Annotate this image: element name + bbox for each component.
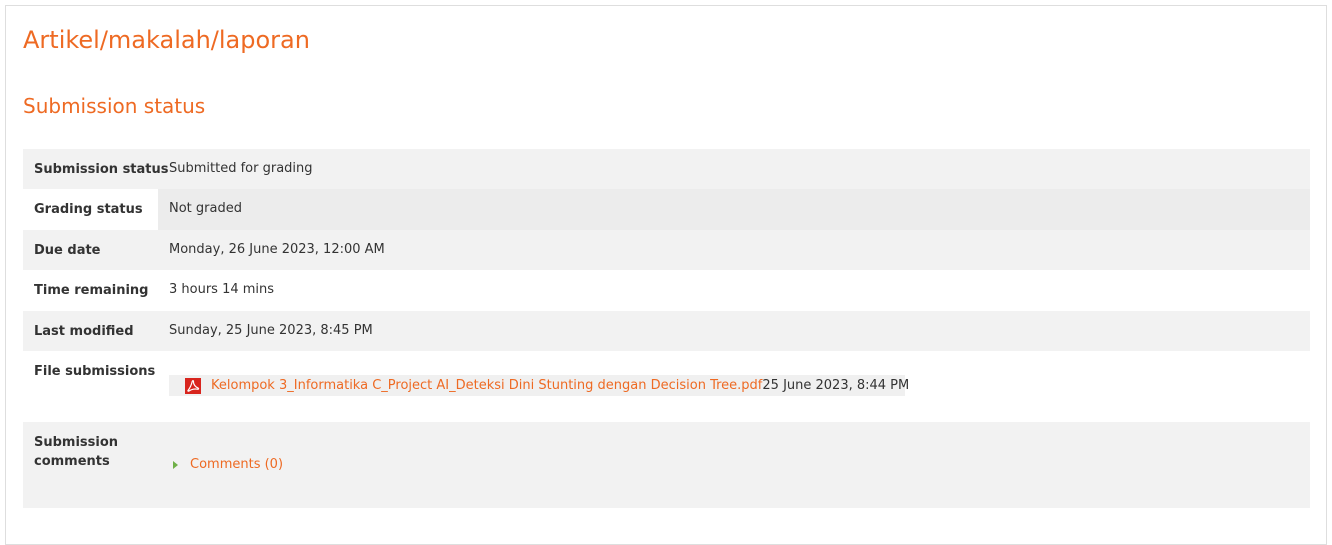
row-label-line1: Submission [34, 435, 119, 450]
row-file-submissions: File submissions Kelompok 3_Informatika … [23, 351, 1310, 422]
page-title: Artikel/makalah/laporan [23, 26, 310, 54]
row-label: Due date [34, 243, 101, 258]
file-link[interactable]: Kelompok 3_Informatika C_Project AI_Dete… [211, 378, 762, 393]
pdf-icon [185, 377, 201, 394]
row-value: Sunday, 25 June 2023, 8:45 PM [169, 323, 373, 338]
row-submission-status: Submission status Submitted for grading [23, 149, 1310, 189]
comments-toggle[interactable]: Comments (0) [173, 457, 283, 472]
row-label: Time remaining [34, 283, 149, 298]
comments-link[interactable]: Comments (0) [190, 457, 283, 472]
row-grading-status: Grading status Not graded [23, 189, 1310, 230]
file-date: 25 June 2023, 8:44 PM [762, 378, 910, 393]
row-value: Not graded [169, 201, 242, 216]
row-value: Monday, 26 June 2023, 12:00 AM [169, 242, 385, 257]
row-label: Last modified [34, 324, 134, 339]
file-entry: Kelompok 3_Informatika C_Project AI_Dete… [169, 375, 909, 396]
row-last-modified: Last modified Sunday, 25 June 2023, 8:45… [23, 311, 1310, 351]
section-title: Submission status [23, 94, 206, 118]
row-time-remaining: Time remaining 3 hours 14 mins [23, 270, 1310, 311]
submission-status-table: Submission status Submitted for grading … [23, 149, 1310, 508]
row-label: File submissions [34, 364, 156, 379]
row-label: Submission status [34, 162, 169, 177]
row-submission-comments: Submission comments Comments (0) [23, 422, 1310, 508]
row-label-line2: comments [34, 454, 110, 469]
row-value: 3 hours 14 mins [169, 282, 275, 297]
assignment-card: Artikel/makalah/laporan Submission statu… [5, 5, 1327, 545]
triangle-right-icon [173, 460, 178, 469]
row-due-date: Due date Monday, 26 June 2023, 12:00 AM [23, 230, 1310, 270]
row-value: Submitted for grading [169, 161, 313, 176]
row-label: Grading status [34, 202, 143, 217]
